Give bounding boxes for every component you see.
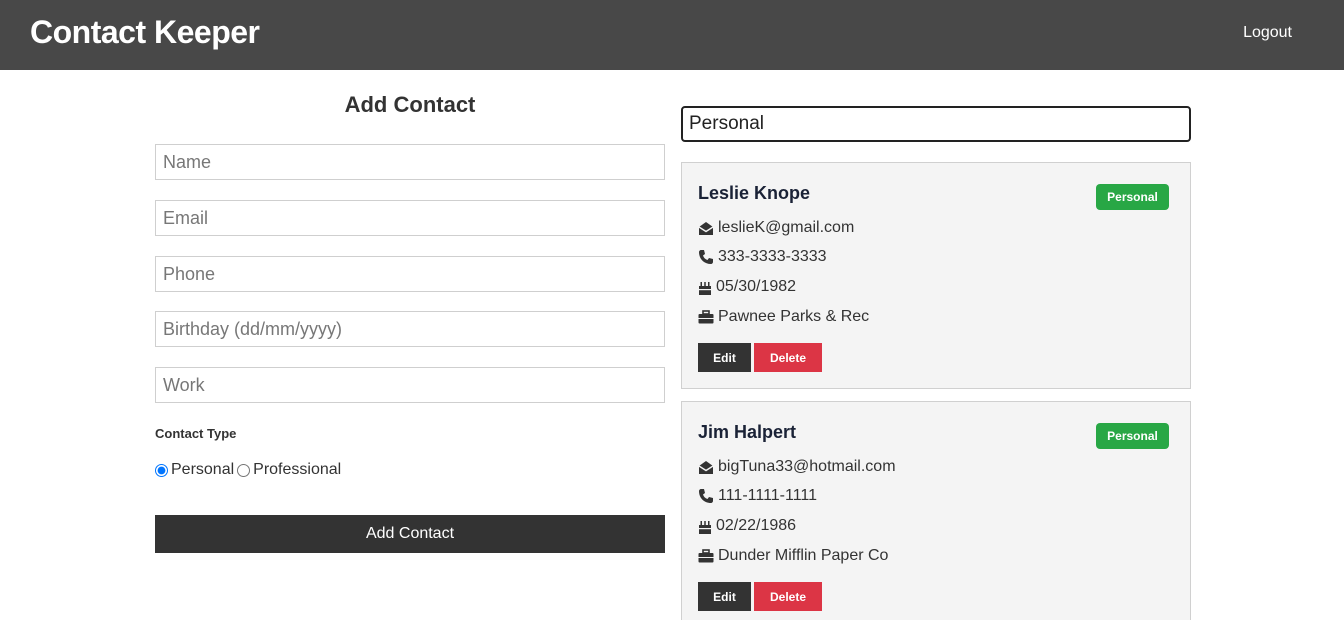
- contact-birthday: 02/22/1986: [716, 517, 797, 534]
- email-field[interactable]: [155, 200, 665, 236]
- name-field[interactable]: [155, 144, 665, 180]
- contact-card: Jim Halpert Personal bigTuna33@hotmail.c…: [681, 401, 1191, 620]
- contact-phone-row: 333-3333-3333: [698, 248, 827, 266]
- phone-icon: [699, 250, 713, 264]
- contact-email-row: leslieK@gmail.com: [698, 219, 854, 237]
- edit-button[interactable]: Edit: [698, 343, 751, 372]
- work-field[interactable]: [155, 367, 665, 403]
- birthday-cake-icon: [699, 520, 711, 534]
- contact-type-label: Contact Type: [155, 426, 237, 441]
- birthday-field[interactable]: [155, 311, 665, 347]
- contact-phone: 111-1111-1111: [718, 487, 818, 504]
- birthday-cake-icon: [699, 281, 711, 295]
- phone-icon: [699, 489, 713, 503]
- radio-personal[interactable]: [155, 463, 168, 477]
- phone-field[interactable]: [155, 256, 665, 292]
- radio-personal-label[interactable]: Personal: [171, 461, 234, 479]
- envelope-open-icon: [698, 460, 714, 474]
- contact-card: Leslie Knope Personal leslieK@gmail.com …: [681, 162, 1191, 389]
- delete-button[interactable]: Delete: [754, 343, 822, 372]
- briefcase-icon: [698, 310, 714, 324]
- contact-work: Dunder Mifflin Paper Co: [718, 547, 889, 564]
- add-contact-button[interactable]: Add Contact: [155, 515, 665, 553]
- form-title: Add Contact: [344, 92, 476, 117]
- filter-contacts-input[interactable]: [681, 106, 1191, 142]
- navbar: Contact Keeper Logout: [0, 0, 1344, 70]
- contact-email: bigTuna33@hotmail.com: [718, 458, 896, 475]
- briefcase-icon: [698, 549, 714, 563]
- contact-type-badge: Personal: [1096, 423, 1169, 449]
- contact-birthday: 05/30/1982: [716, 278, 797, 295]
- contact-type-radio-group: Personal Professional: [155, 461, 344, 479]
- contact-birthday-row: 02/22/1986: [698, 517, 796, 535]
- contact-work: Pawnee Parks & Rec: [718, 308, 870, 325]
- contact-work-row: Dunder Mifflin Paper Co: [698, 547, 888, 565]
- radio-professional[interactable]: [237, 463, 251, 477]
- contact-birthday-row: 05/30/1982: [698, 278, 796, 296]
- delete-button[interactable]: Delete: [754, 582, 822, 611]
- contact-type-badge: Personal: [1096, 184, 1169, 210]
- contact-email-row: bigTuna33@hotmail.com: [698, 458, 896, 476]
- logout-link[interactable]: Logout: [1243, 24, 1292, 42]
- envelope-open-icon: [698, 221, 714, 235]
- contact-phone-row: 111-1111-1111: [698, 487, 817, 505]
- edit-button[interactable]: Edit: [698, 582, 751, 611]
- contact-email: leslieK@gmail.com: [718, 219, 855, 236]
- app-title: Contact Keeper: [30, 14, 260, 50]
- radio-professional-label[interactable]: Professional: [253, 461, 341, 479]
- contact-work-row: Pawnee Parks & Rec: [698, 308, 869, 326]
- contact-name: Leslie Knope: [698, 183, 811, 203]
- contact-phone: 333-3333-3333: [718, 248, 827, 265]
- contact-name: Jim Halpert: [698, 422, 797, 442]
